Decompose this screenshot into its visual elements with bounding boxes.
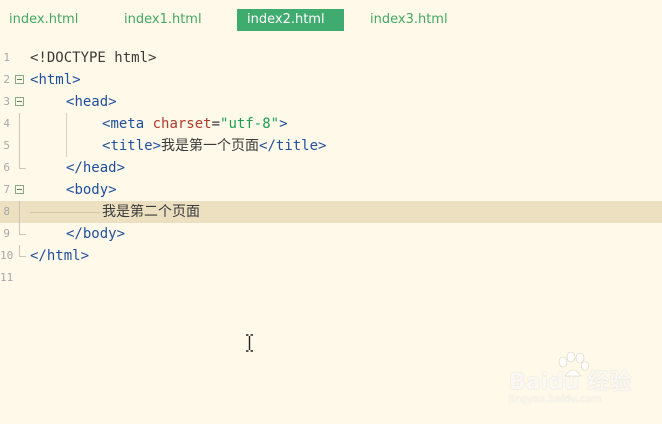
line-number: 3 [3, 95, 10, 108]
code-line[interactable]: 6 </head> [0, 157, 662, 179]
watermark-brand: Baidu 经验 [509, 370, 632, 395]
fold-guide [19, 113, 20, 135]
line-content: <body> [66, 179, 117, 201]
bracket-token: </ [66, 160, 83, 176]
line-content: <meta charset="utf-8"> [102, 113, 288, 135]
fold-end-marker [19, 223, 26, 235]
tab-index2-html[interactable]: index2.html [237, 9, 344, 31]
bracket-token: </ [259, 138, 276, 154]
doctype-token: <!DOCTYPE html> [30, 50, 157, 66]
line-content: <title>我是第一个页面</title> [102, 135, 326, 157]
line-content: </head> [66, 157, 125, 179]
code-line[interactable]: 1 <!DOCTYPE html> [0, 47, 662, 69]
tag-name-token: head [82, 160, 117, 176]
fold-end-marker [19, 157, 26, 169]
code-line[interactable]: 2 <html> [0, 69, 662, 91]
code-line[interactable]: 11 [0, 267, 662, 289]
bracket-token: > [72, 72, 81, 88]
tag-name-token: meta [110, 116, 145, 132]
fold-end-marker [19, 245, 26, 257]
baidu-watermark: Baidu 经验 jingyan.baidu.com [505, 352, 655, 412]
tag-name-token: body [74, 182, 109, 198]
code-editor[interactable]: 1 <!DOCTYPE html> 2 <html> 3 <head> 4 <m… [0, 47, 662, 287]
line-number: 7 [3, 183, 10, 196]
line-number: 5 [3, 139, 10, 152]
line-content: 我是第二个页面 [102, 201, 200, 223]
tag-name-token: body [82, 226, 117, 242]
tag-name-token: html [38, 72, 73, 88]
attribute-token: charset [152, 116, 212, 132]
whitespace-guide [30, 212, 100, 213]
tab-index3-html[interactable]: index3.html [370, 9, 448, 31]
code-line[interactable]: 3 <head> [0, 91, 662, 113]
bracket-token: > [116, 226, 126, 242]
tag-name-token: head [74, 94, 109, 110]
bracket-token: > [279, 116, 288, 132]
code-line[interactable]: 10 </html> [0, 245, 662, 267]
equals-token: = [211, 116, 221, 132]
paw-logo-icon [558, 352, 589, 377]
code-line-current[interactable]: 8 我是第二个页面 [0, 201, 662, 223]
line-content: <!DOCTYPE html> [30, 47, 156, 69]
code-line[interactable]: 4 <meta charset="utf-8"> [0, 113, 662, 135]
tag-name-token: html [46, 248, 81, 264]
text-token: 我是第二个页面 [102, 204, 200, 220]
text-cursor-icon [246, 334, 253, 352]
code-line[interactable]: 5 <title>我是第一个页面</title> [0, 135, 662, 157]
fold-minus-icon[interactable] [15, 97, 24, 106]
code-line[interactable]: 9 </body> [0, 223, 662, 245]
line-number: 1 [3, 51, 10, 64]
fold-guide [19, 201, 20, 223]
line-number: 10 [0, 249, 14, 262]
line-content: </html> [30, 245, 89, 267]
line-number: 8 [3, 205, 10, 218]
fold-minus-icon[interactable] [15, 75, 24, 84]
bracket-token: > [318, 138, 327, 154]
tab-index-html[interactable]: index.html [9, 9, 78, 31]
string-token: "utf-8" [220, 116, 280, 132]
indent-guide [66, 135, 67, 157]
bracket-token: </ [30, 248, 47, 264]
tag-name-token: title [110, 138, 153, 154]
watermark-url: jingyan.baidu.com [509, 394, 602, 405]
bracket-token: > [116, 160, 126, 176]
bracket-token: > [108, 182, 117, 198]
bracket-token: </ [66, 226, 83, 242]
code-line[interactable]: 7 <body> [0, 179, 662, 201]
tab-bar: index.html index1.html index2.html index… [0, 0, 662, 40]
indent-guide [66, 113, 67, 135]
line-number: 6 [3, 161, 10, 174]
line-content: <html> [30, 69, 81, 91]
tab-index1-html[interactable]: index1.html [124, 9, 202, 31]
bracket-token: > [108, 94, 117, 110]
bracket-token: > [152, 138, 162, 154]
line-number: 9 [3, 227, 10, 240]
fold-minus-icon[interactable] [15, 185, 24, 194]
fold-guide [19, 135, 20, 157]
bracket-token: > [80, 248, 90, 264]
line-number: 2 [3, 73, 10, 86]
line-number: 11 [0, 271, 14, 284]
line-content: </body> [66, 223, 125, 245]
tag-name-token: title [275, 138, 319, 154]
line-number: 4 [3, 117, 10, 130]
line-content: <head> [66, 91, 117, 113]
text-token: 我是第一个页面 [161, 138, 260, 154]
